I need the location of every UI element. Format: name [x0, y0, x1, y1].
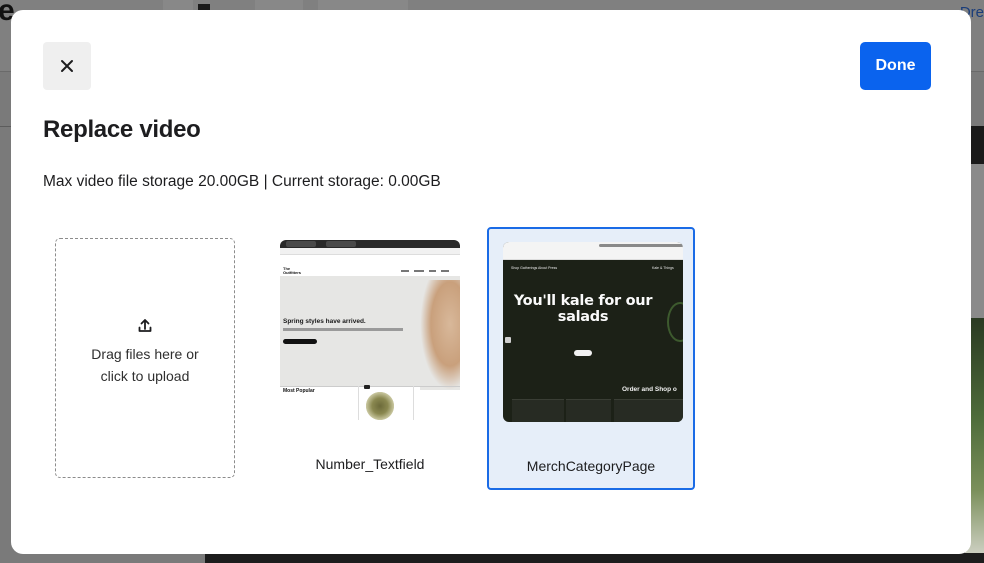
browser-url-bar — [599, 244, 683, 247]
thumbnail-product-tile — [566, 399, 611, 422]
thumbnail-person-image — [420, 280, 460, 390]
background-bottom-strip — [205, 553, 984, 563]
browser-tab — [326, 241, 356, 247]
thumbnail-product-tile — [614, 399, 683, 422]
video-thumbnail: The Outfitters Spring styles have arrive… — [280, 240, 460, 420]
browser-chrome — [503, 242, 683, 260]
thumbnail-product-box — [413, 386, 414, 420]
video-name: MerchCategoryPage — [526, 458, 656, 474]
thumbnail-divider — [280, 386, 460, 387]
thumbnail-subtext — [283, 328, 403, 331]
browser-url-bar — [280, 248, 460, 255]
modal-title: Replace video — [43, 116, 201, 143]
thumbnail-nav-item — [441, 270, 449, 272]
thumbnail-product-tile — [512, 399, 564, 422]
thumbnail-cta — [283, 339, 317, 344]
video-card-merch-category-page[interactable]: Shop Gatherings About Press Kale & Thing… — [487, 227, 695, 490]
video-name: Number_Textfield — [315, 456, 425, 472]
close-icon — [61, 60, 73, 72]
thumbnail-leaf-image — [667, 302, 683, 342]
thumbnail-nav: Shop Gatherings About Press — [511, 266, 558, 270]
thumbnail-nav-item — [429, 270, 436, 272]
video-thumbnail: Shop Gatherings About Press Kale & Thing… — [503, 242, 683, 422]
thumbnail-nav-item — [414, 270, 424, 272]
thumbnail-headline: You'll kale for our salads — [513, 293, 653, 325]
thumbnail-brand: Kale & Things — [652, 266, 674, 270]
browser-tab — [286, 241, 316, 247]
thumbnail-headline: Spring styles have arrived. — [283, 318, 366, 325]
close-button[interactable] — [43, 42, 91, 90]
thumbnail-nav-item — [401, 270, 409, 272]
replace-video-modal: Done Replace video Max video file storag… — [11, 10, 971, 554]
thumbnail-cta — [574, 350, 592, 356]
background-divider — [0, 126, 11, 127]
done-button[interactable]: Done — [860, 42, 931, 90]
upload-instructions: Drag files here or click to upload — [91, 346, 199, 384]
storage-info: Max video file storage 20.00GB | Current… — [43, 173, 441, 190]
thumbnail-product-box — [358, 386, 359, 420]
thumbnail-side-button — [505, 337, 511, 343]
upload-dropzone[interactable]: Drag files here or click to upload — [55, 238, 235, 478]
thumbnail-section-title: Order and Shop o — [622, 386, 677, 393]
upload-icon — [138, 319, 152, 332]
thumbnail-section-title: Most Popular — [283, 388, 315, 394]
browser-chrome — [280, 240, 460, 248]
thumbnail-product-image — [366, 392, 394, 420]
video-card-number-textfield[interactable]: The Outfitters Spring styles have arrive… — [266, 227, 474, 490]
thumbnail-logo: The Outfitters — [283, 266, 301, 275]
thumbnail-badge — [364, 385, 370, 389]
